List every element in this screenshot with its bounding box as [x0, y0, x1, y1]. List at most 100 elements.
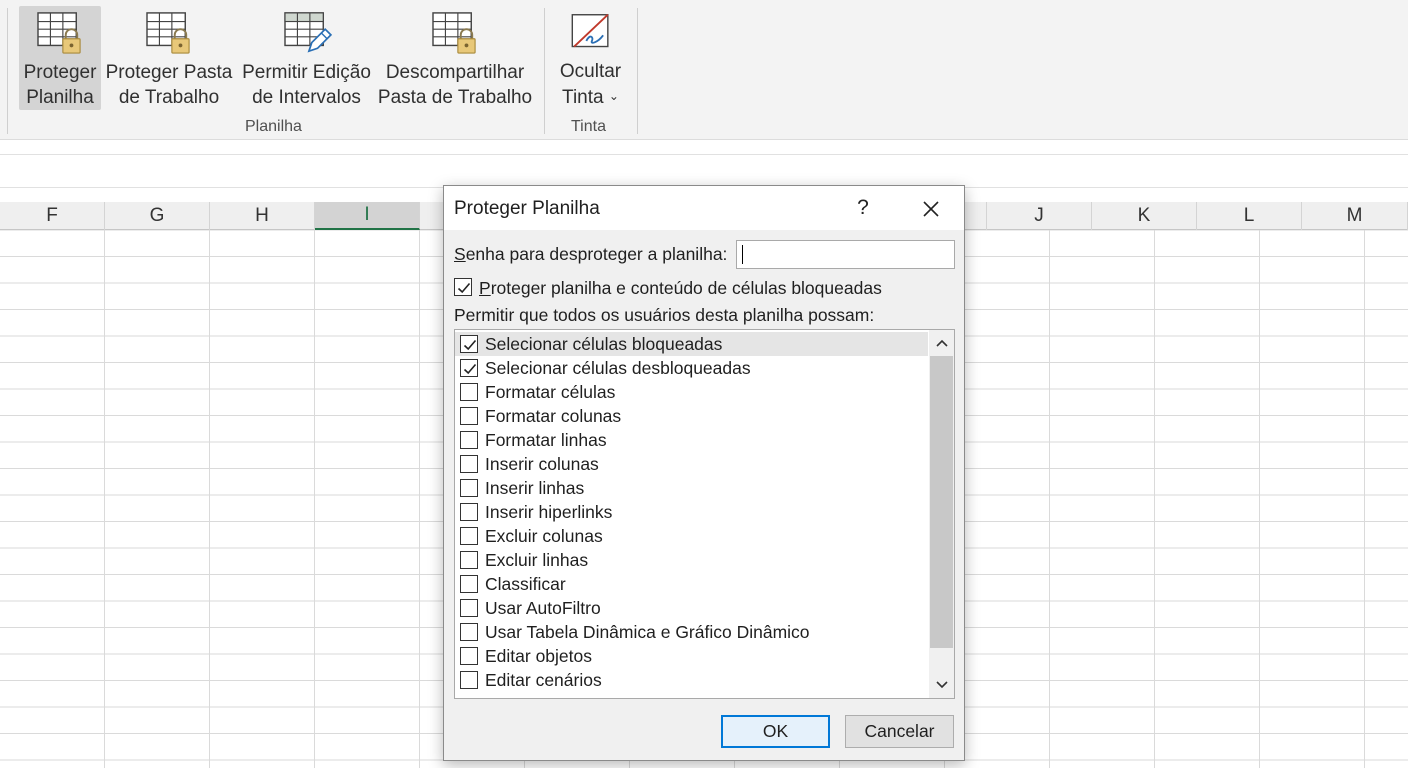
option-checkbox[interactable]	[460, 551, 478, 569]
option-label: Editar objetos	[485, 646, 593, 666]
option-label: Formatar células	[485, 382, 616, 402]
option-checkbox[interactable]	[460, 383, 478, 401]
list-item[interactable]: Usar AutoFiltro	[455, 596, 928, 620]
group-separator	[7, 8, 8, 134]
option-checkbox[interactable]	[460, 599, 478, 617]
protect-workbook-button[interactable]: Proteger Pasta de Trabalho	[106, 6, 232, 110]
ribbon: Proteger Planilha Proteger Pasta de Trab…	[0, 0, 1408, 140]
protect-sheet-button[interactable]: Proteger Planilha	[19, 6, 101, 110]
cancel-button[interactable]: Cancelar	[845, 715, 954, 748]
list-item[interactable]: Formatar colunas	[455, 404, 928, 428]
scroll-down-button[interactable]	[929, 672, 954, 698]
column-header-h[interactable]: H	[210, 202, 315, 230]
protect-sheet-icon	[37, 12, 81, 54]
permissions-list[interactable]: Selecionar células bloqueadas Selecionar…	[454, 329, 955, 699]
option-checkbox[interactable]	[460, 335, 478, 353]
option-checkbox[interactable]	[460, 575, 478, 593]
list-item[interactable]: Formatar linhas	[455, 428, 928, 452]
chevron-up-icon	[935, 339, 948, 347]
checkmark-icon	[457, 282, 471, 294]
list-item[interactable]: Editar objetos	[455, 644, 928, 668]
password-input[interactable]	[736, 240, 955, 269]
list-item[interactable]: Excluir colunas	[455, 524, 928, 548]
option-label: Selecionar células bloqueadas	[485, 334, 723, 354]
protect-sheet-checkbox[interactable]	[454, 278, 472, 296]
ok-button[interactable]: OK	[721, 715, 830, 748]
protect-sheet-dialog: Proteger Planilha ? Senha para desproteg…	[443, 185, 965, 761]
checkmark-icon	[463, 339, 477, 351]
option-checkbox[interactable]	[460, 359, 478, 377]
help-button[interactable]: ?	[849, 194, 877, 222]
option-label: Classificar	[485, 574, 566, 594]
option-label: Usar AutoFiltro	[485, 598, 601, 618]
list-item[interactable]: Excluir linhas	[455, 548, 928, 572]
checkmark-icon	[463, 363, 477, 375]
chevron-down-icon	[935, 681, 948, 689]
list-item[interactable]: Formatar células	[455, 380, 928, 404]
allow-edit-ranges-label-1: Permitir Edição	[242, 62, 371, 83]
option-checkbox[interactable]	[460, 527, 478, 545]
scroll-up-button[interactable]	[929, 330, 954, 356]
scroll-thumb[interactable]	[930, 356, 953, 648]
protect-sheet-label-1: Proteger	[23, 62, 97, 83]
option-label: Formatar linhas	[485, 430, 607, 450]
group-separator	[544, 8, 545, 134]
unshare-workbook-button[interactable]: Descompartilhar Pasta de Trabalho	[378, 6, 532, 110]
list-item[interactable]: Inserir colunas	[455, 452, 928, 476]
option-checkbox[interactable]	[460, 647, 478, 665]
option-checkbox[interactable]	[460, 671, 478, 689]
hide-ink-button[interactable]: Ocultar Tinta ⌄	[553, 6, 628, 110]
allow-edit-ranges-label-2: de Intervalos	[252, 87, 361, 108]
option-label: Excluir colunas	[485, 526, 603, 546]
dialog-titlebar[interactable]: Proteger Planilha ?	[444, 186, 964, 230]
option-label: Formatar colunas	[485, 406, 622, 426]
column-header-l[interactable]: L	[1197, 202, 1302, 230]
option-checkbox[interactable]	[460, 503, 478, 521]
allow-edit-ranges-button[interactable]: Permitir Edição de Intervalos	[241, 6, 372, 110]
column-header-f[interactable]: F	[0, 202, 105, 230]
formula-bar[interactable]	[0, 154, 1408, 188]
column-header-i[interactable]: I	[315, 202, 420, 230]
list-item[interactable]: Usar Tabela Dinâmica e Gráfico Dinâmico	[455, 620, 928, 644]
list-item[interactable]: Selecionar células bloqueadas	[455, 332, 928, 356]
password-label: Senha para desproteger a planilha:	[454, 244, 727, 265]
option-checkbox[interactable]	[460, 455, 478, 473]
column-header-m[interactable]: M	[1302, 202, 1408, 230]
list-item[interactable]: Selecionar células desbloqueadas	[455, 356, 928, 380]
option-label: Usar Tabela Dinâmica e Gráfico Dinâmico	[485, 622, 810, 642]
protect-label-text: roteger planilha e conteúdo de células b…	[490, 278, 882, 298]
protect-label-accel: P	[479, 278, 491, 298]
unshare-workbook-label-1: Descompartilhar	[385, 62, 525, 83]
list-item[interactable]: Inserir linhas	[455, 476, 928, 500]
list-item[interactable]: Classificar	[455, 572, 928, 596]
password-label-accel: S	[454, 244, 466, 264]
group-label-ink: Tinta	[571, 118, 606, 135]
password-label-text: enha para desproteger a planilha:	[465, 244, 728, 264]
chevron-down-icon: ⌄	[608, 89, 619, 103]
option-checkbox[interactable]	[460, 431, 478, 449]
text-caret	[742, 245, 743, 264]
protect-workbook-label-2: de Trabalho	[118, 87, 220, 108]
unshare-workbook-label-2: Pasta de Trabalho	[377, 87, 533, 108]
dialog-title: Proteger Planilha	[454, 198, 600, 219]
group-separator	[637, 8, 638, 134]
column-header-k[interactable]: K	[1092, 202, 1197, 230]
option-label: Inserir colunas	[485, 454, 599, 474]
option-label: Inserir hiperlinks	[485, 502, 613, 522]
close-button[interactable]	[914, 194, 948, 224]
list-item[interactable]: Editar cenários	[455, 668, 928, 692]
option-checkbox[interactable]	[460, 479, 478, 497]
protect-workbook-icon	[146, 12, 190, 54]
allow-edit-ranges-icon	[283, 12, 332, 53]
hide-ink-label-2: Tinta	[562, 87, 604, 108]
column-header-g[interactable]: G	[105, 202, 210, 230]
hide-ink-label-1: Ocultar	[559, 61, 622, 82]
list-scrollbar[interactable]	[929, 330, 954, 698]
close-icon	[923, 201, 939, 217]
option-checkbox[interactable]	[460, 623, 478, 641]
option-label: Editar cenários	[485, 670, 602, 690]
unshare-workbook-icon	[432, 12, 476, 54]
option-checkbox[interactable]	[460, 407, 478, 425]
column-header-j[interactable]: J	[987, 202, 1092, 230]
list-item[interactable]: Inserir hiperlinks	[455, 500, 928, 524]
